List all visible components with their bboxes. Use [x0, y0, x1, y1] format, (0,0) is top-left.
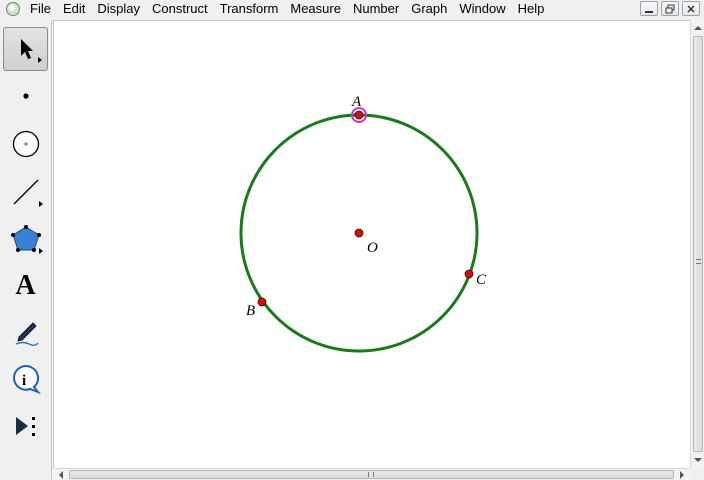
marker-tool[interactable] — [3, 310, 48, 354]
menu-number[interactable]: Number — [347, 0, 405, 18]
horizontal-scrollbar[interactable] — [53, 468, 690, 480]
scroll-left-button[interactable] — [54, 469, 68, 480]
tool-submenu-arrow-icon — [39, 201, 43, 207]
sketch-svg[interactable]: A O B C — [54, 21, 691, 469]
pentagon-icon — [10, 225, 41, 252]
scroll-right-button[interactable] — [675, 469, 689, 480]
point-a[interactable] — [354, 110, 364, 120]
circle-icon — [12, 130, 39, 158]
scroll-down-button[interactable] — [691, 453, 704, 467]
compass-tool[interactable] — [3, 122, 48, 166]
vertical-scrollbar[interactable] — [690, 20, 704, 468]
window-controls — [640, 1, 700, 16]
point-o[interactable] — [354, 228, 364, 238]
chevron-up-icon — [694, 26, 702, 30]
arrow-icon — [20, 39, 33, 59]
minimize-button[interactable] — [640, 1, 658, 16]
point-a-label[interactable]: A — [351, 94, 362, 110]
close-icon — [687, 4, 695, 13]
menu-window[interactable]: Window — [453, 0, 511, 18]
line-icon — [13, 179, 38, 205]
chevron-left-icon — [59, 471, 63, 479]
close-button[interactable] — [682, 1, 700, 16]
point-b-label[interactable]: B — [246, 303, 255, 319]
scroll-up-button[interactable] — [691, 21, 704, 35]
menu-measure[interactable]: Measure — [284, 0, 347, 18]
app-logo-icon[interactable] — [6, 2, 20, 16]
point-tool[interactable] — [3, 74, 48, 118]
text-tool[interactable]: A — [3, 264, 48, 308]
chevron-down-icon — [694, 458, 702, 462]
info-icon: i — [12, 365, 41, 395]
horizontal-scroll-thumb[interactable] — [69, 470, 674, 479]
point-b[interactable] — [257, 297, 267, 307]
menu-transform[interactable]: Transform — [214, 0, 285, 18]
straightedge-tool[interactable] — [3, 170, 48, 214]
scroll-grip-icon — [696, 259, 701, 264]
menu-edit[interactable]: Edit — [57, 0, 91, 18]
arrow-select-tool[interactable] — [3, 27, 48, 71]
svg-text:i: i — [22, 373, 26, 389]
vertical-scroll-thumb[interactable] — [693, 36, 703, 452]
tool-submenu-arrow-icon — [38, 57, 42, 63]
custom-tool[interactable] — [3, 404, 48, 448]
scrollbar-corner — [690, 468, 704, 480]
menu-help[interactable]: Help — [512, 0, 551, 18]
pen-icon — [15, 322, 39, 346]
menu-graph[interactable]: Graph — [405, 0, 453, 18]
point-c[interactable] — [464, 269, 474, 279]
restore-button[interactable] — [661, 1, 679, 16]
play-dots-icon — [15, 417, 35, 436]
point-o-label[interactable]: O — [367, 240, 378, 256]
information-tool[interactable]: i — [3, 357, 48, 401]
scroll-grip-icon — [368, 472, 374, 477]
restore-icon — [665, 4, 675, 13]
toolbox: A i — [0, 20, 52, 480]
point-c-label[interactable]: C — [476, 272, 487, 288]
text-a-icon: A — [15, 270, 36, 301]
tool-submenu-arrow-icon — [39, 248, 43, 254]
chevron-right-icon — [680, 471, 684, 479]
minimize-icon — [645, 10, 653, 13]
sketch-canvas[interactable]: A O B C — [53, 20, 690, 468]
menu-file[interactable]: File — [28, 0, 57, 18]
menu-display[interactable]: Display — [91, 0, 146, 18]
point-icon — [22, 93, 29, 99]
polygon-tool[interactable] — [3, 217, 48, 261]
menu-bar: File Edit Display Construct Transform Me… — [0, 0, 704, 18]
menu-construct[interactable]: Construct — [146, 0, 214, 18]
